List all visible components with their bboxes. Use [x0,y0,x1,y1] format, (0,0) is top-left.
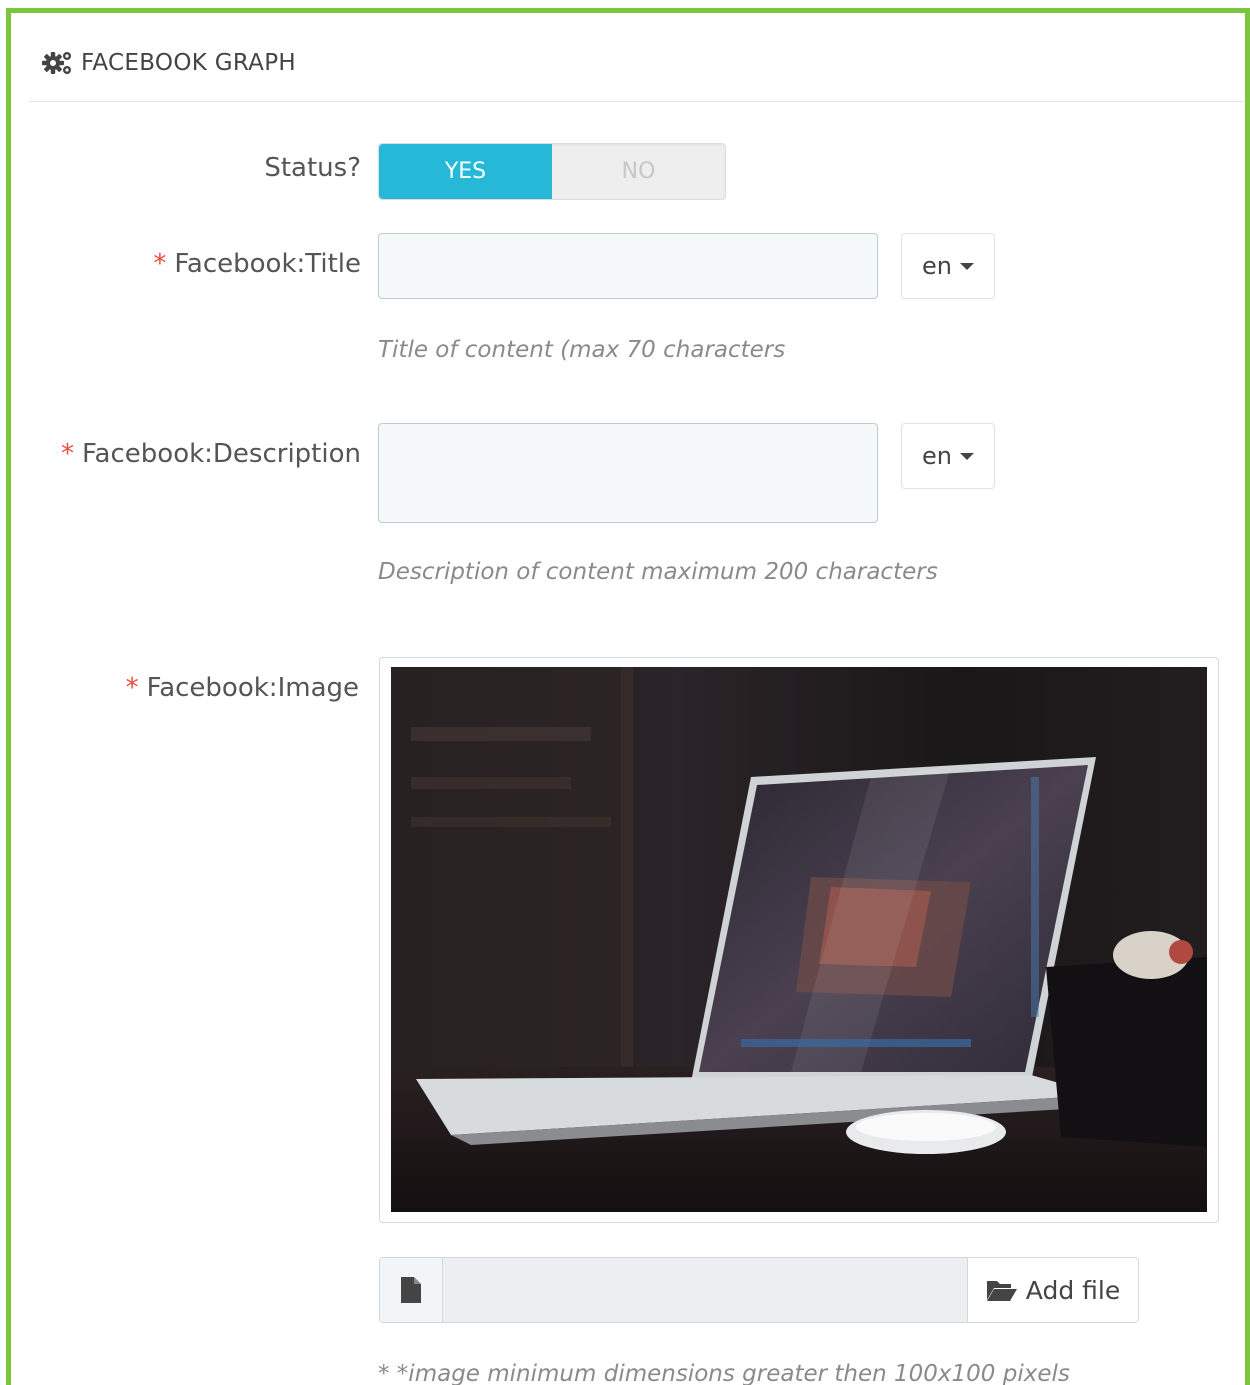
required-marker: * [60,439,74,469]
facebook-graph-panel: FACEBOOK GRAPH Status? YES NO * Facebook:… [6,8,1250,1385]
panel-title: FACEBOOK GRAPH [81,50,296,76]
description-language-dropdown[interactable]: en [901,423,995,489]
folder-open-icon [986,1281,1017,1301]
status-yes-option[interactable]: YES [379,144,552,199]
title-label: * Facebook:Title [153,249,361,279]
caret-down-icon [959,452,974,460]
description-help-text: Description of content maximum 200 chara… [378,559,938,585]
cogs-icon [42,52,71,74]
file-upload-row: Add file [379,1257,1139,1323]
image-label: * Facebook:Image [126,673,359,703]
status-label: Status? [264,153,361,183]
image-help-text: * *image minimum dimensions greater then… [378,1361,1070,1385]
caret-down-icon [959,262,974,270]
image-label-text: Facebook:Image [146,673,359,703]
description-label-text: Facebook:Description [81,439,361,469]
status-switch[interactable]: YES NO [378,143,726,200]
add-file-button[interactable]: Add file [967,1258,1138,1322]
description-label: * Facebook:Description [61,439,361,469]
file-icon [380,1258,443,1322]
facebook-description-textarea[interactable] [378,423,878,523]
status-label-text: Status? [264,153,361,183]
title-help-text: Title of content (max 70 characters [378,337,786,363]
status-no-option[interactable]: NO [552,144,725,199]
add-file-label: Add file [1025,1275,1121,1305]
panel-header: FACEBOOK GRAPH [29,25,1245,102]
title-language-dropdown[interactable]: en [901,233,995,299]
file-name-input[interactable] [443,1258,967,1322]
required-marker: * [125,673,139,703]
required-marker: * [153,249,167,279]
laptop-photo [391,667,1207,1212]
image-preview [379,657,1219,1223]
title-label-text: Facebook:Title [174,249,361,279]
facebook-title-input[interactable] [378,233,878,299]
description-language-value: en [922,442,952,470]
title-language-value: en [922,252,952,280]
